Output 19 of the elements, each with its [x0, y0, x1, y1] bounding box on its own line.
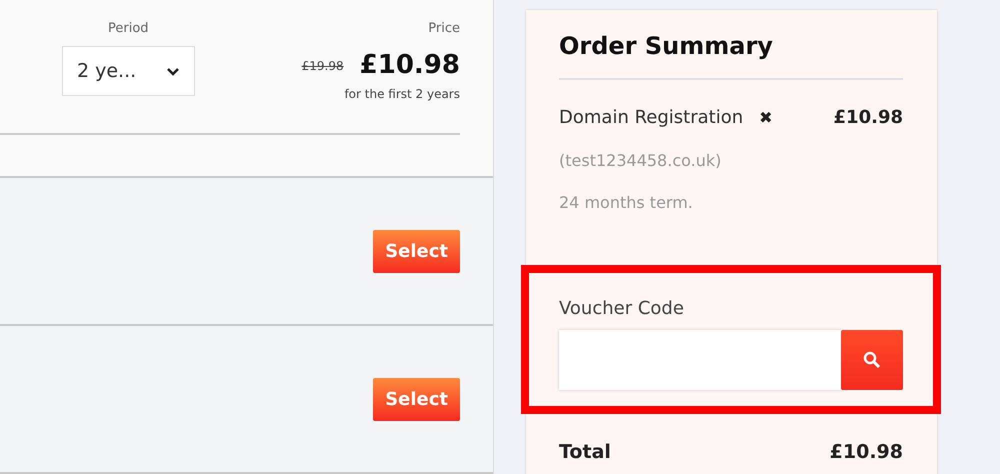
total-price: £10.98: [830, 440, 903, 465]
remove-icon[interactable]: ✖: [759, 106, 773, 130]
period-dropdown[interactable]: 2 ye...: [62, 46, 195, 96]
field-label: Voucher Code: [559, 297, 685, 321]
item-domain: (test1234458.co.uk): [559, 150, 722, 172]
item-price: £10.98: [834, 106, 903, 130]
price: £10.98: [360, 49, 460, 82]
search-button[interactable]: [841, 330, 903, 390]
total-label: Total: [559, 440, 611, 465]
voucher-input[interactable]: [559, 330, 841, 390]
column-header: Period: [108, 20, 149, 38]
column-header: Price: [428, 20, 460, 38]
search-icon: [863, 351, 881, 369]
chevron-down-icon: [166, 66, 180, 76]
old-price: £19.98: [302, 58, 344, 74]
item-name: Domain Registration: [559, 106, 744, 130]
item-term: 24 months term.: [559, 192, 694, 214]
summary-title: Order Summary: [559, 31, 774, 62]
price-note: for the first 2 years: [343, 86, 460, 103]
